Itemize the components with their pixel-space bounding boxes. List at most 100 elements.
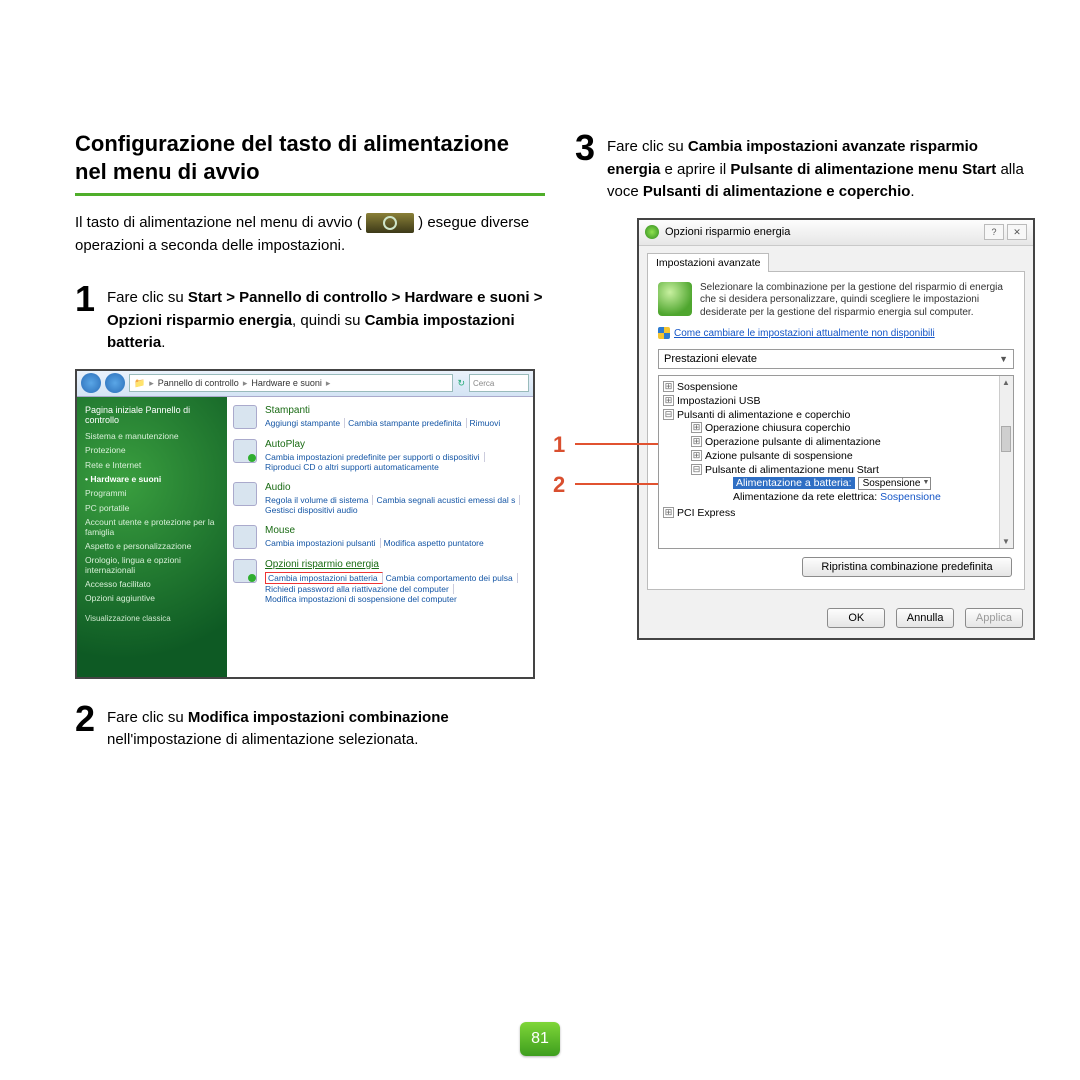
shield-link-row: Come cambiare le impostazioni attualment… — [658, 327, 1014, 339]
link[interactable]: Rimuovi — [470, 418, 505, 428]
link[interactable]: Aggiungi stampante — [265, 418, 345, 428]
step-3-number: 3 — [575, 130, 599, 204]
crumb-1[interactable]: Pannello di controllo — [158, 378, 239, 388]
sidebar-item[interactable]: Programmi — [85, 489, 219, 498]
step2-pre: Fare clic su — [107, 709, 188, 726]
sidebar-item[interactable]: Accesso facilitato — [85, 580, 219, 589]
ok-button[interactable]: OK — [827, 608, 885, 628]
step-3: 3 Fare clic su Cambia impostazioni avanz… — [575, 130, 1035, 204]
autoplay-title[interactable]: AutoPlay — [265, 439, 488, 450]
dialog-titlebar: Opzioni risparmio energia ? ✕ — [639, 220, 1033, 246]
category-mouse: Mouse Cambia impostazioni pulsantiModifi… — [233, 525, 527, 549]
link[interactable]: Cambia impostazioni predefinite per supp… — [265, 452, 485, 462]
control-panel-sidebar: Pagina iniziale Pannello di controllo Si… — [77, 397, 227, 677]
intro-paragraph: Il tasto di alimentazione nel menu di av… — [75, 212, 545, 257]
restore-defaults-button[interactable]: Ripristina combinazione predefinita — [802, 557, 1012, 577]
step1-post: . — [161, 334, 165, 351]
printers-title[interactable]: Stampanti — [265, 405, 507, 416]
link[interactable]: Gestisci dispositivi audio — [265, 505, 362, 515]
dialog-desc-text: Selezionare la combinazione per la gesti… — [700, 282, 1014, 320]
nav-back-icon[interactable] — [81, 373, 101, 393]
close-button[interactable]: ✕ — [1007, 224, 1027, 240]
apply-button[interactable]: Applica — [965, 608, 1023, 628]
link[interactable]: Riproduci CD o altri supporti automatica… — [265, 462, 443, 472]
sidebar-item[interactable]: Account utente e protezione per la famig… — [85, 518, 219, 537]
page-number-badge: 81 — [520, 1022, 560, 1056]
category-power: Opzioni risparmio energia Cambia imposta… — [233, 559, 527, 604]
sidebar-item[interactable]: PC portatile — [85, 504, 219, 513]
ac-value[interactable]: Sospensione — [880, 491, 941, 503]
sidebar-item[interactable]: Rete e Internet — [85, 461, 219, 470]
cancel-button[interactable]: Annulla — [896, 608, 955, 628]
battery-icon — [658, 282, 692, 316]
chevron-down-icon: ▼ — [999, 354, 1008, 364]
audio-title[interactable]: Audio — [265, 482, 523, 493]
tree-node-buttons[interactable]: Pulsanti di alimentazione e coperchio Op… — [663, 408, 1013, 506]
shield-icon — [658, 327, 670, 339]
dialog-title: Opzioni risparmio energia — [665, 226, 790, 238]
tree-leaf-ac[interactable]: Alimentazione da rete elettrica: Sospens… — [719, 490, 1013, 504]
ac-label: Alimentazione da rete elettrica: — [733, 491, 877, 503]
category-audio: Audio Regola il volume di sistemaCambia … — [233, 482, 527, 515]
link[interactable]: Regola il volume di sistema — [265, 495, 373, 505]
link[interactable]: Modifica impostazioni di sospensione del… — [265, 594, 461, 604]
power-options-dialog: Opzioni risparmio energia ? ✕ Impostazio… — [637, 218, 1035, 641]
sidebar-item[interactable]: Opzioni aggiuntive — [85, 594, 219, 603]
sidebar-footer[interactable]: Visualizzazione classica — [85, 614, 219, 623]
step3-b3: Pulsanti di alimentazione e coperchio — [643, 183, 911, 200]
mouse-title[interactable]: Mouse — [265, 525, 491, 536]
callout-numbers: 1 2 — [553, 432, 565, 512]
plan-dropdown[interactable]: Prestazioni elevate ▼ — [658, 349, 1014, 369]
unavailable-settings-link[interactable]: Come cambiare le impostazioni attualment… — [674, 328, 935, 339]
tab-advanced[interactable]: Impostazioni avanzate — [647, 253, 769, 272]
power-button-icon — [366, 213, 414, 233]
dialog-footer: OK Annulla Applica — [639, 600, 1033, 638]
intro-text-a: Il tasto di alimentazione nel menu di av… — [75, 214, 362, 231]
step-2-number: 2 — [75, 701, 99, 752]
step2-bold: Modifica impostazioni combinazione — [188, 709, 449, 726]
link[interactable]: Cambia impostazioni pulsanti — [265, 538, 381, 548]
control-panel-main: Stampanti Aggiungi stampanteCambia stamp… — [227, 397, 533, 677]
link[interactable]: Cambia comportamento dei pulsa — [386, 573, 518, 583]
tree-node[interactable]: Sospensione — [663, 380, 1013, 394]
section-heading: Configurazione del tasto di alimentazion… — [75, 130, 545, 185]
help-button[interactable]: ? — [984, 224, 1004, 240]
callout-2: 2 — [553, 472, 565, 512]
settings-tree[interactable]: Sospensione Impostazioni USB Pulsanti di… — [658, 375, 1014, 549]
step2-post: nell'impostazione di alimentazione selez… — [107, 731, 418, 748]
link[interactable]: Modifica aspetto puntatore — [384, 538, 488, 548]
audio-icon — [233, 482, 257, 506]
sidebar-item[interactable]: Orologio, lingua e opzioni internazional… — [85, 556, 219, 575]
sidebar-header[interactable]: Pagina iniziale Pannello di controllo — [85, 405, 219, 427]
tree-node[interactable]: PCI Express — [663, 506, 1013, 520]
sidebar-item[interactable]: Aspetto e personalizzazione — [85, 542, 219, 551]
power-title[interactable]: Opzioni risparmio energia — [265, 559, 521, 570]
battery-value-dropdown[interactable]: Sospensione — [858, 477, 932, 490]
autoplay-icon — [233, 439, 257, 463]
search-input[interactable]: Cerca — [469, 374, 529, 392]
link[interactable]: Cambia stampante predefinita — [348, 418, 466, 428]
tree-node[interactable]: Impostazioni USB — [663, 394, 1013, 408]
link[interactable]: Cambia segnali acustici emessi dal s — [376, 495, 520, 505]
crumb-2[interactable]: Hardware e suoni — [251, 378, 322, 388]
tab-panel: Selezionare la combinazione per la gesti… — [647, 271, 1025, 591]
tree-node[interactable]: Azione pulsante di sospensione — [691, 449, 1013, 463]
step3-b2: Pulsante di alimentazione menu Start — [730, 161, 996, 178]
step3-mid1: e aprire il — [660, 161, 730, 178]
tree-leaf-battery[interactable]: Alimentazione a batteria:Sospensione — [719, 476, 1013, 490]
power-icon — [233, 559, 257, 583]
tree-node[interactable]: Operazione pulsante di alimentazione — [691, 435, 1013, 449]
step1-pre: Fare clic su — [107, 289, 188, 306]
sidebar-item[interactable]: Sistema e manutenzione — [85, 432, 219, 441]
step3-pre: Fare clic su — [607, 138, 688, 155]
link-highlighted[interactable]: Cambia impostazioni batteria — [265, 572, 383, 584]
tree-node[interactable]: Operazione chiusura coperchio — [691, 421, 1013, 435]
step-1: 1 Fare clic su Start > Pannello di contr… — [75, 281, 545, 355]
tree-node-start-button[interactable]: Pulsante di alimentazione menu Start Ali… — [691, 463, 1013, 505]
link[interactable]: Richiedi password alla riattivazione del… — [265, 584, 454, 594]
nav-fwd-icon[interactable] — [105, 373, 125, 393]
breadcrumb[interactable]: 📁 ▸ Pannello di controllo ▸ Hardware e s… — [129, 374, 453, 392]
printers-icon — [233, 405, 257, 429]
sidebar-item-active[interactable]: Hardware e suoni — [85, 475, 219, 484]
sidebar-item[interactable]: Protezione — [85, 446, 219, 455]
